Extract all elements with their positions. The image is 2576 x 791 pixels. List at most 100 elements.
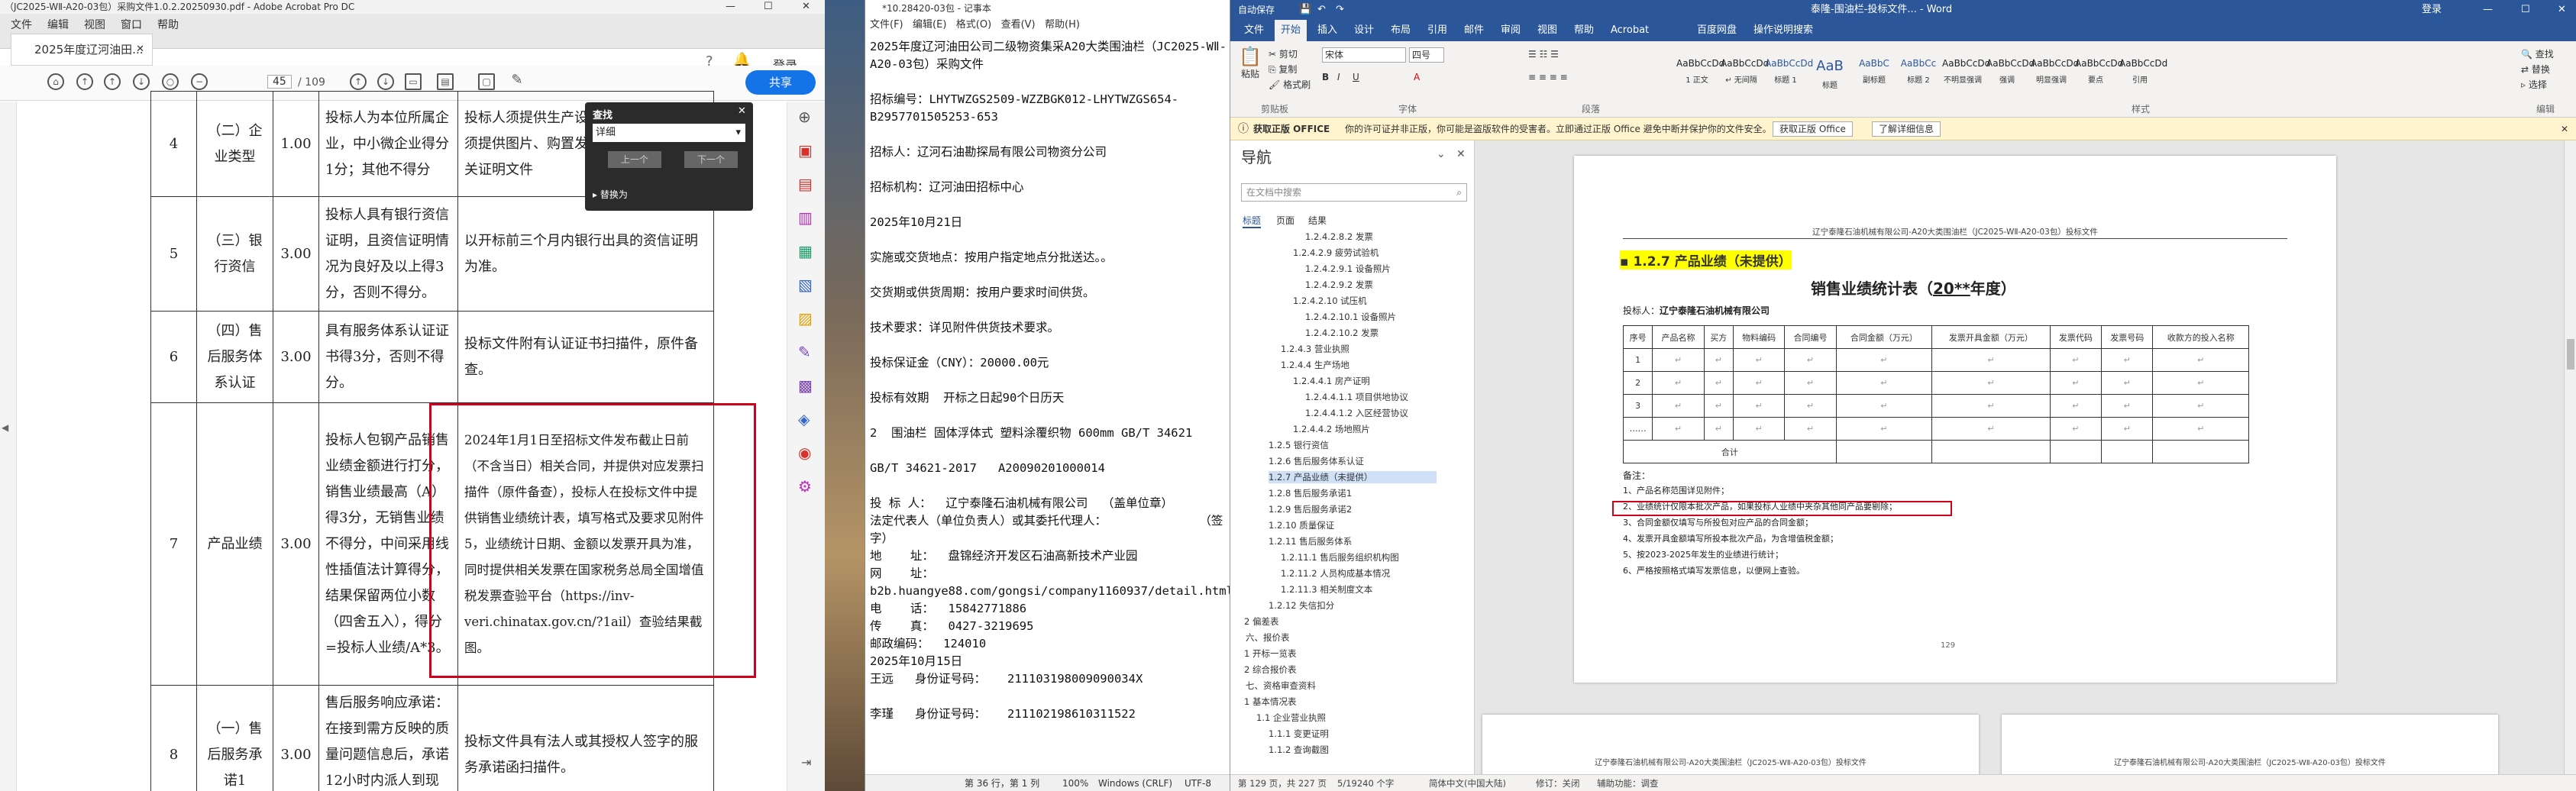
maximize-button[interactable]: ☐ bbox=[764, 0, 773, 14]
page-number-input[interactable]: 45 bbox=[267, 75, 292, 89]
page-count[interactable]: 第 129 页，共 227 页 bbox=[1238, 775, 1327, 791]
nav-heading-item[interactable]: 1 开标一览表 bbox=[1244, 647, 1296, 660]
table-cell[interactable]: ↵ bbox=[2152, 348, 2249, 372]
ribbon-tab-0[interactable]: 文件 bbox=[1238, 20, 1270, 41]
table-cell[interactable]: ↵ bbox=[1931, 371, 2051, 395]
ribbon-tab-3[interactable]: 设计 bbox=[1348, 20, 1380, 41]
table-cell[interactable]: ↵ bbox=[1732, 394, 1786, 418]
table-cell[interactable]: ↵ bbox=[1931, 394, 2051, 418]
table-cell[interactable]: ↵ bbox=[2049, 417, 2102, 441]
nav-heading-item[interactable]: 1.1.2 查询截图 bbox=[1269, 744, 1329, 756]
table-cell[interactable]: ↵ bbox=[1703, 371, 1734, 395]
table-cell[interactable]: ↵ bbox=[1784, 348, 1837, 372]
table-cell[interactable]: ↵ bbox=[2101, 371, 2154, 395]
style-item[interactable]: AaBbCcDd 明显强调 bbox=[2031, 58, 2079, 95]
format-painter-button[interactable]: 🖌 格式刷 bbox=[1269, 78, 1311, 91]
print-icon[interactable]: ↑ bbox=[76, 73, 93, 90]
paste-button[interactable]: 📋 粘贴 bbox=[1236, 46, 1264, 84]
pen-icon[interactable]: ✎ bbox=[509, 73, 525, 90]
share-button[interactable]: 共享 bbox=[745, 70, 816, 95]
style-item[interactable]: AaBbCcDd 强调 bbox=[1986, 58, 2035, 95]
close-icon[interactable]: ✕ bbox=[1456, 148, 1466, 160]
table-cell[interactable]: ↵ bbox=[2101, 394, 2154, 418]
find-input[interactable]: 详细 ▾ bbox=[593, 124, 745, 142]
table-cell[interactable]: ↵ bbox=[2049, 371, 2102, 395]
close-icon[interactable]: ✕ bbox=[738, 105, 746, 117]
table-cell[interactable]: ↵ bbox=[2152, 394, 2249, 418]
autosave-toggle[interactable]: 自动保存 bbox=[1238, 0, 1275, 20]
nav-heading-item[interactable]: 1.2.4.2.9.1 设备照片 bbox=[1305, 263, 1391, 275]
measure-icon[interactable]: ▩ bbox=[798, 376, 813, 395]
expand-pane-icon[interactable]: ⇥ bbox=[801, 755, 811, 770]
heading-product-performance[interactable]: ▪ 1.2.7 产品业绩（未提供） bbox=[1620, 250, 1792, 270]
protect-icon[interactable]: ◈ bbox=[798, 410, 810, 428]
table-cell[interactable]: ↵ bbox=[2152, 371, 2249, 395]
nav-search-input[interactable]: 在文档中搜索 ⌕ bbox=[1241, 183, 1467, 202]
table-cell[interactable]: 1 bbox=[1622, 348, 1653, 372]
bullets-icon[interactable]: ☰ ☷ ☰ bbox=[1528, 49, 1559, 60]
comment-tool-icon[interactable]: ▨ bbox=[798, 309, 813, 328]
table-cell[interactable]: ↵ bbox=[2049, 348, 2102, 372]
menu-edit[interactable]: 编辑(E) bbox=[913, 19, 946, 31]
table-cell[interactable]: ↵ bbox=[1652, 348, 1705, 372]
nav-heading-item[interactable]: 1.2.4.4.1.1 项目供地协议 bbox=[1305, 391, 1408, 403]
nav-heading-item[interactable]: 1.2.4.2.8.2 发票 bbox=[1305, 231, 1373, 243]
nav-heading-item[interactable]: 1.2.5 银行资信 bbox=[1269, 439, 1329, 451]
minimize-button[interactable]: — bbox=[2483, 0, 2493, 20]
nav-heading-item[interactable]: 1.2.12 失信扣分 bbox=[1269, 599, 1334, 612]
table-cell[interactable]: 3 bbox=[1622, 394, 1653, 418]
table-cell[interactable]: …… bbox=[1622, 417, 1653, 441]
table-cell[interactable]: ↵ bbox=[2101, 417, 2154, 441]
nav-heading-item[interactable]: 1.2.11.1 售后服务组织机构图 bbox=[1281, 551, 1399, 563]
nav-heading-item[interactable]: 1 基本情况表 bbox=[1244, 696, 1296, 708]
style-item[interactable]: AaBbCcDd 引用 bbox=[2119, 58, 2167, 95]
close-icon[interactable]: ✕ bbox=[2561, 118, 2568, 140]
find-prev-button[interactable]: 上一个 bbox=[608, 151, 661, 168]
zoom-icon[interactable]: ⊕ bbox=[798, 108, 811, 126]
fit-page-icon[interactable]: ▭ bbox=[405, 73, 422, 90]
style-item[interactable]: AaBbC 副标题 bbox=[1854, 58, 1895, 95]
table-cell[interactable]: ↵ bbox=[1652, 371, 1705, 395]
table-cell[interactable]: ↵ bbox=[1784, 394, 1837, 418]
nav-heading-item[interactable]: 1.2.4.4.1.2 入区经营协议 bbox=[1305, 407, 1408, 419]
nav-heading-item[interactable]: 1.2.4.2.10.2 发票 bbox=[1305, 327, 1378, 339]
menu-file[interactable]: 文件(F) bbox=[870, 19, 903, 31]
fill-sign-icon[interactable]: ✎ bbox=[798, 343, 811, 361]
create-pdf-icon[interactable]: ▤ bbox=[798, 175, 813, 193]
ribbon-tab-8[interactable]: 视图 bbox=[1531, 20, 1563, 41]
replace-button[interactable]: ⇄ 替换 bbox=[2521, 63, 2550, 76]
table-cell[interactable]: ↵ bbox=[1835, 394, 1933, 418]
export-pdf-icon[interactable]: ▣ bbox=[798, 141, 813, 160]
redo-icon[interactable]: ↷ bbox=[1336, 0, 1344, 20]
vertical-scrollbar[interactable] bbox=[2564, 140, 2576, 774]
language[interactable]: 简体中文(中国大陆) bbox=[1429, 775, 1506, 791]
minimize-button[interactable]: — bbox=[726, 0, 735, 14]
style-item[interactable]: AaBbCc 标题 2 bbox=[1898, 58, 1939, 95]
table-cell[interactable]: ↵ bbox=[1652, 394, 1705, 418]
ribbon-tab-6[interactable]: 邮件 bbox=[1458, 20, 1490, 41]
nav-heading-item[interactable]: 1.1.1 变更证明 bbox=[1269, 728, 1329, 740]
arrow-up-icon[interactable]: ↑ bbox=[350, 73, 367, 90]
table-cell[interactable]: ↵ bbox=[1652, 417, 1705, 441]
nav-heading-item[interactable]: 1.2.4.4.1 房产证明 bbox=[1293, 375, 1370, 387]
table-cell[interactable]: ↵ bbox=[1784, 371, 1837, 395]
table-cell[interactable]: 2 bbox=[1622, 371, 1653, 395]
menu-edit[interactable]: 编辑 bbox=[47, 17, 69, 32]
font-color-button[interactable]: A bbox=[1414, 72, 1420, 82]
tab-pages[interactable]: 页面 bbox=[1276, 214, 1294, 227]
nav-heading-item[interactable]: 1.2.8 售后服务承诺1 bbox=[1269, 487, 1352, 499]
nav-heading-item[interactable]: 1.2.7 产品业绩（未提供） bbox=[1269, 471, 1437, 483]
nav-heading-item[interactable]: 1.2.6 售后服务体系认证 bbox=[1269, 455, 1364, 467]
nav-heading-item[interactable]: 1.2.11 售后服务体系 bbox=[1269, 535, 1352, 547]
table-cell[interactable]: ↵ bbox=[1835, 371, 1933, 395]
style-item[interactable]: AaBbCcDd 标题 1 bbox=[1765, 58, 1813, 95]
menu-view[interactable]: 视图 bbox=[84, 17, 105, 32]
table-cell[interactable]: ↵ bbox=[2101, 348, 2154, 372]
find-button[interactable]: 🔍 查找 bbox=[2521, 47, 2554, 60]
save-icon[interactable]: 💾 bbox=[1299, 0, 1311, 20]
table-cell[interactable]: ↵ bbox=[1703, 348, 1734, 372]
find-next-button[interactable]: 下一个 bbox=[684, 151, 738, 168]
table-cell[interactable] bbox=[2049, 440, 2102, 463]
close-button[interactable]: ✕ bbox=[2558, 0, 2566, 20]
arrow-down-icon[interactable]: ↓ bbox=[377, 73, 394, 90]
